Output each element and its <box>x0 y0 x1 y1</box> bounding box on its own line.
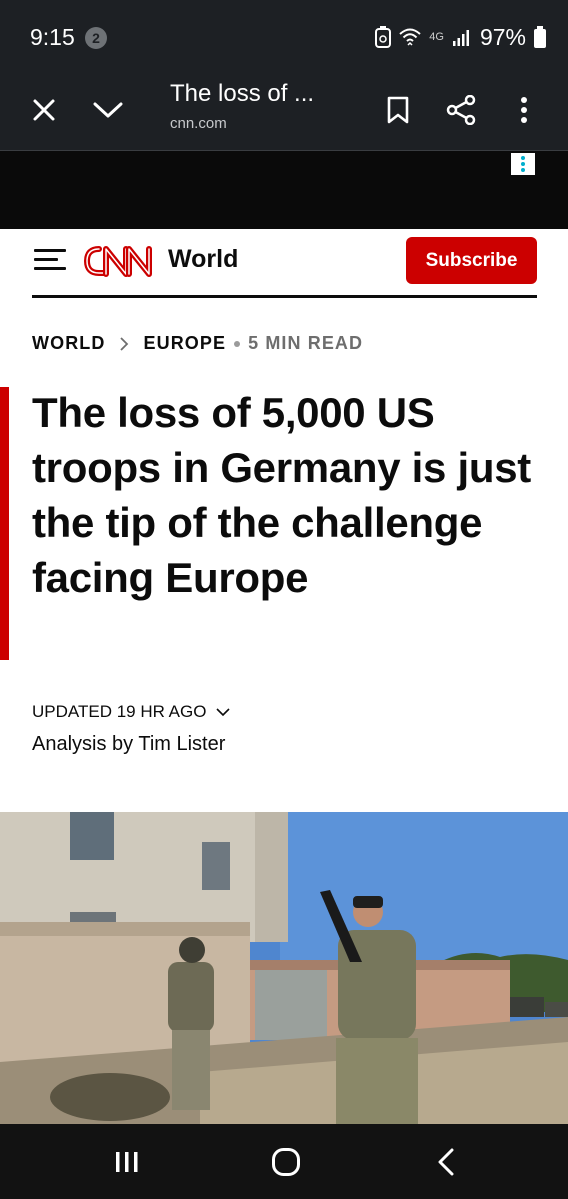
battery-percent: 97% <box>479 23 526 50</box>
site-header: World Subscribe <box>32 229 537 298</box>
article-byline: Analysis by Tim Lister <box>32 733 226 755</box>
subscribe-button[interactable]: Subscribe <box>406 237 537 284</box>
notification-count-badge: 2 <box>85 27 107 49</box>
close-icon <box>33 99 55 121</box>
recent-apps-icon <box>116 1152 138 1172</box>
minimize-button[interactable] <box>86 88 130 132</box>
share-icon <box>446 95 476 125</box>
back-icon <box>438 1148 454 1176</box>
section-name[interactable]: World <box>168 245 238 274</box>
ad-banner <box>0 151 568 229</box>
cnn-logo[interactable] <box>82 243 156 279</box>
bookmark-button[interactable] <box>376 88 420 132</box>
menu-icon[interactable] <box>34 249 66 271</box>
share-button[interactable] <box>439 88 483 132</box>
separator-dot <box>234 340 241 347</box>
more-options-button[interactable] <box>502 88 546 132</box>
home-button[interactable] <box>261 1142 311 1182</box>
status-time: 9:15 <box>30 24 75 50</box>
headline-accent-bar <box>0 387 9 660</box>
page-url: cnn.com <box>170 115 227 132</box>
status-icons: 4G 97% <box>375 22 546 52</box>
browser-toolbar: The loss of ... cnn.com <box>0 72 568 151</box>
breadcrumb-world[interactable]: WORLD <box>32 333 105 354</box>
chevron-down-icon <box>216 702 231 722</box>
updated-timestamp[interactable]: UPDATED 19 HR AGO <box>32 702 231 722</box>
page-title: The loss of ... <box>170 80 315 107</box>
read-time: 5 MIN READ <box>248 333 364 353</box>
chevron-down-icon <box>93 102 123 118</box>
home-icon <box>272 1148 300 1176</box>
breadcrumb-europe[interactable]: EUROPE <box>143 333 226 354</box>
battery-icon <box>534 26 546 48</box>
close-tab-button[interactable] <box>22 88 66 132</box>
network-type: 4G <box>429 31 444 43</box>
signal-icon <box>452 30 469 46</box>
ad-choices-icon[interactable] <box>511 153 535 175</box>
status-bar: 9:15 2 4G 97% <box>0 0 568 72</box>
article-headline: The loss of 5,000 US troops in Germany i… <box>32 389 531 601</box>
back-button[interactable] <box>421 1142 471 1182</box>
bookmark-icon <box>387 96 409 124</box>
data-saver-icon <box>375 26 392 48</box>
system-nav-bar <box>0 1124 568 1199</box>
updated-text: UPDATED 19 HR AGO <box>32 702 207 721</box>
wifi-icon <box>399 28 421 46</box>
chevron-right-icon <box>119 336 129 352</box>
more-vert-icon <box>521 97 527 123</box>
recent-apps-button[interactable] <box>102 1142 152 1182</box>
article-hero-image[interactable] <box>0 812 568 1124</box>
breadcrumb: WORLD EUROPE 5 MIN READ <box>32 333 363 354</box>
